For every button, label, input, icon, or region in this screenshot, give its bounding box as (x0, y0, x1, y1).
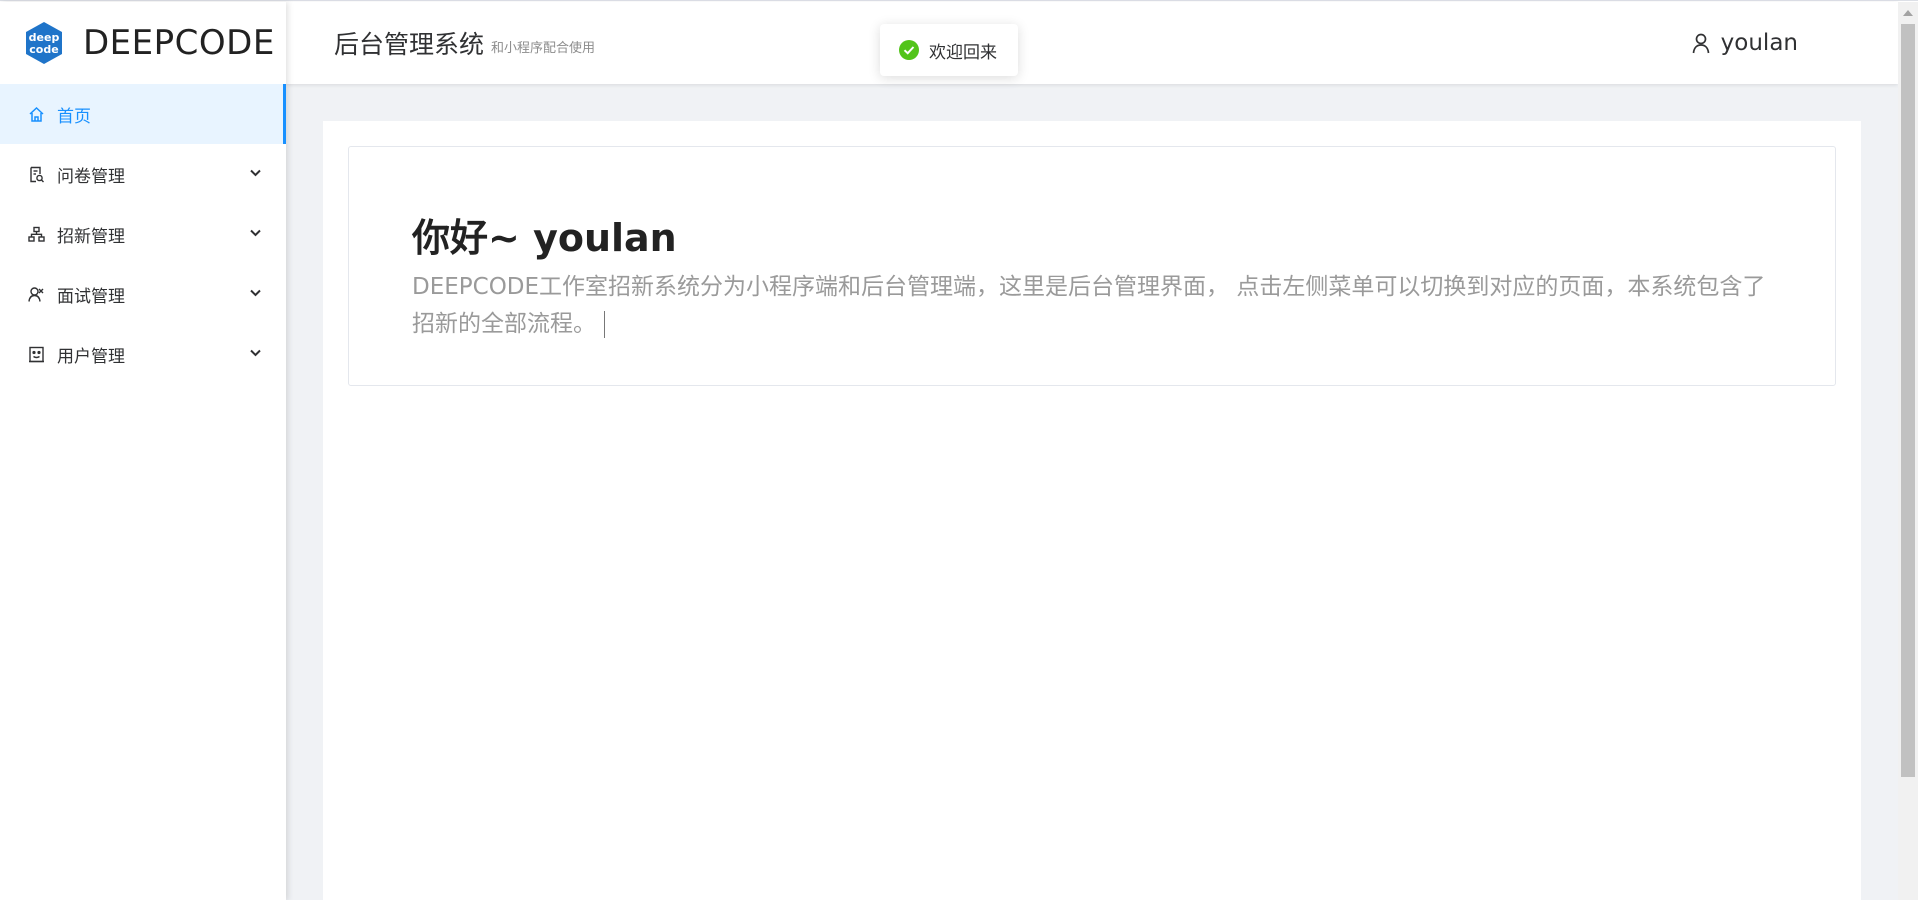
chevron-down-icon (248, 165, 262, 179)
text-caret (604, 311, 605, 338)
greeting-heading: 你好~ youlan (412, 216, 677, 260)
page-title: 后台管理系统 (334, 30, 485, 59)
scrollbar-thumb[interactable] (1901, 24, 1915, 777)
chevron-down-icon (248, 225, 262, 239)
sidebar-item-label: 首页 (57, 106, 91, 127)
chevron-down-icon (248, 285, 262, 299)
page-subtitle: 和小程序配合使用 (491, 40, 596, 56)
welcome-description: DEEPCODE工作室招新系统分为小程序端和后台管理端，这里是后台管理界面， 点… (412, 269, 1772, 343)
deepcode-logo-icon: deep code (22, 21, 66, 65)
org-tree-icon (27, 225, 45, 243)
sidebar-menu: 首页 问卷管理 招新管理 面试管理 用户管理 (0, 84, 286, 384)
logo-line2: code (29, 43, 58, 56)
welcome-toast: 欢迎回来 (880, 24, 1018, 76)
sidebar: deep code DEEPCODE 首页 问卷管理 招新管理 面试管理 用户管… (0, 2, 286, 900)
user-icon (1690, 32, 1712, 54)
sidebar-item-recruitment[interactable]: 招新管理 (0, 204, 286, 264)
survey-icon (27, 165, 45, 183)
chevron-down-icon (248, 345, 262, 359)
sidebar-item-survey[interactable]: 问卷管理 (0, 144, 286, 204)
username: youlan (1720, 30, 1798, 56)
page-scrollbar[interactable] (1898, 2, 1918, 900)
description-text: DEEPCODE工作室招新系统分为小程序端和后台管理端，这里是后台管理界面， 点… (412, 274, 1766, 337)
sidebar-item-label: 面试管理 (57, 286, 125, 307)
scroll-up-arrow-icon[interactable] (1903, 10, 1913, 16)
brand-logo[interactable]: deep code DEEPCODE (0, 2, 286, 84)
interview-icon (27, 285, 45, 303)
sidebar-item-home[interactable]: 首页 (0, 84, 286, 144)
sidebar-item-label: 问卷管理 (57, 166, 125, 187)
toast-message: 欢迎回来 (929, 42, 997, 63)
top-header: 后台管理系统 和小程序配合使用 youlan (286, 2, 1898, 84)
main-area: 你好~ youlan DEEPCODE工作室招新系统分为小程序端和后台管理端，这… (286, 84, 1898, 900)
user-badge-icon (27, 345, 45, 363)
app-root: deep code DEEPCODE 首页 问卷管理 招新管理 面试管理 用户管… (0, 0, 1918, 900)
sidebar-item-label: 用户管理 (57, 346, 125, 367)
home-icon (27, 105, 45, 123)
brand-name: DEEPCODE (83, 23, 275, 63)
sidebar-item-interview[interactable]: 面试管理 (0, 264, 286, 324)
success-check-icon (899, 40, 919, 60)
sidebar-item-label: 招新管理 (57, 226, 125, 247)
sidebar-item-users[interactable]: 用户管理 (0, 324, 286, 384)
user-menu[interactable]: youlan (1690, 2, 1798, 84)
welcome-card: 你好~ youlan DEEPCODE工作室招新系统分为小程序端和后台管理端，这… (348, 146, 1836, 386)
page-container: 你好~ youlan DEEPCODE工作室招新系统分为小程序端和后台管理端，这… (323, 121, 1861, 900)
